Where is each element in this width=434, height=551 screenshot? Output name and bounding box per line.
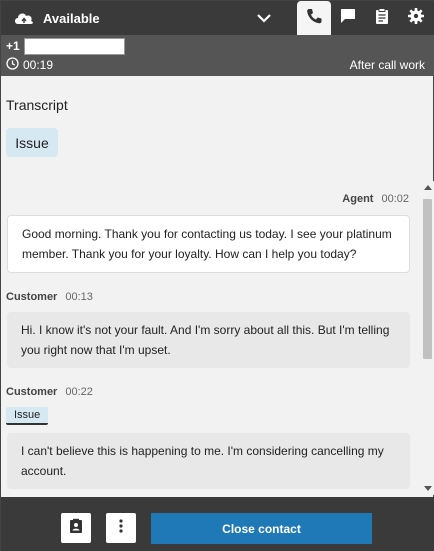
- more-vertical-icon: [113, 518, 129, 539]
- top-bar: Available: [1, 1, 434, 35]
- customer-message: Hi. I know it's not your fault. And I'm …: [7, 312, 410, 368]
- category-chip[interactable]: Issue: [6, 128, 58, 157]
- tab-phone[interactable]: [297, 1, 331, 35]
- agent-status[interactable]: Available: [1, 1, 100, 35]
- customer-message: I can't believe this is happening to me.…: [7, 433, 410, 489]
- gear-icon: [407, 7, 425, 30]
- chevron-down-icon[interactable]: [255, 10, 273, 26]
- scroll-down-icon[interactable]: [424, 486, 432, 491]
- phone-icon: [305, 7, 323, 30]
- agent-status-label: Available: [43, 10, 100, 26]
- message-time: 00:22: [65, 386, 93, 398]
- clipboard-icon: [373, 7, 391, 30]
- message-speaker: Agent: [342, 193, 374, 205]
- more-options-button[interactable]: [106, 513, 136, 543]
- clock-icon: [6, 57, 23, 73]
- message-speaker: Customer: [6, 291, 58, 303]
- scroll-up-icon[interactable]: [424, 185, 432, 190]
- call-timer: 00:19: [6, 57, 53, 73]
- bottom-bar: Close contact: [1, 497, 434, 551]
- phone-country-code: +1: [6, 39, 20, 53]
- message-meta: Customer 00:22: [6, 386, 93, 398]
- cloud-icon: [13, 9, 35, 27]
- transcript-list[interactable]: Agent 00:02 Good morning. Thank you for c…: [1, 181, 434, 495]
- call-timer-value: 00:19: [23, 58, 54, 72]
- contact-header: +1 00:19 After call work: [1, 35, 434, 76]
- tab-tasks[interactable]: [365, 1, 399, 35]
- contact-state: After call work: [349, 58, 425, 72]
- message-meta: Agent 00:02: [342, 193, 409, 205]
- tab-settings[interactable]: [399, 1, 433, 35]
- quick-connects-button[interactable]: [61, 513, 91, 543]
- tab-chat[interactable]: [331, 1, 365, 35]
- phone-number: [24, 38, 125, 55]
- scrollbar-thumb[interactable]: [423, 199, 432, 359]
- message-meta: Customer 00:13: [6, 291, 93, 303]
- agent-message: Good morning. Thank you for contacting u…: [7, 215, 410, 273]
- message-time: 00:02: [381, 193, 409, 205]
- issue-tag[interactable]: Issue: [6, 407, 49, 425]
- close-contact-button[interactable]: Close contact: [151, 513, 372, 544]
- contact-card-icon: [68, 518, 84, 539]
- chat-icon: [339, 7, 357, 30]
- message-speaker: Customer: [6, 386, 58, 398]
- message-time: 00:13: [65, 291, 93, 303]
- transcript-scrollbar[interactable]: [421, 181, 434, 495]
- transcript-title: Transcript: [6, 97, 68, 113]
